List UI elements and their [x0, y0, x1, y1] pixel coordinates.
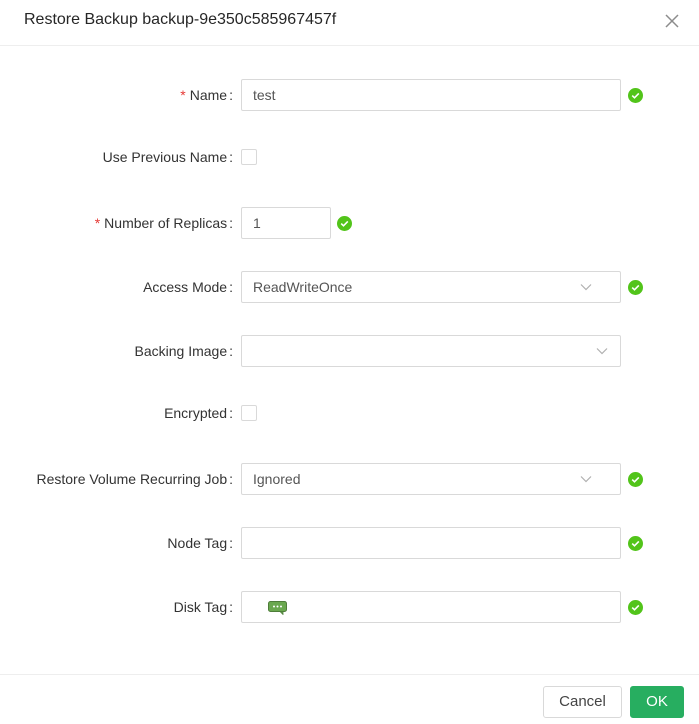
replicas-input[interactable]: 1 — [241, 207, 331, 239]
check-circle-icon — [628, 280, 643, 295]
node-tag-input[interactable] — [241, 527, 621, 559]
recurring-job-value: Ignored — [253, 471, 301, 487]
form-row-node-tag: Node Tag: — [0, 527, 699, 559]
required-mark: * — [94, 215, 101, 231]
access-mode-select[interactable]: ReadWriteOnce — [241, 271, 621, 303]
use-previous-name-checkbox[interactable] — [241, 149, 257, 165]
form-row-backing-image: Backing Image: — [0, 335, 699, 367]
backing-image-select[interactable] — [241, 335, 621, 367]
disk-tag-input[interactable] — [241, 591, 621, 623]
form-row-disk-tag: Disk Tag: — [0, 591, 699, 623]
modal-title: Restore Backup backup-9e350c585967457f — [24, 11, 337, 28]
access-mode-value: ReadWriteOnce — [253, 279, 353, 295]
chevron-down-icon — [580, 283, 592, 291]
use-previous-name-label: Use Previous Name: — [102, 149, 233, 165]
name-input[interactable]: test — [241, 79, 621, 111]
check-circle-icon — [628, 536, 643, 551]
modal-footer: Cancel OK — [0, 674, 699, 724]
form-row-use-previous-name: Use Previous Name: — [0, 141, 699, 173]
check-circle-icon — [337, 216, 352, 231]
required-mark: * — [180, 87, 186, 103]
cancel-button[interactable]: Cancel — [543, 686, 622, 718]
node-tag-label: Node Tag: — [167, 535, 233, 551]
check-circle-icon — [628, 600, 643, 615]
chat-bubble-icon[interactable] — [268, 601, 287, 615]
close-icon[interactable] — [663, 12, 681, 30]
access-mode-label: Access Mode: — [143, 279, 233, 295]
replicas-label: * Number of Replicas: — [94, 215, 233, 231]
form-row-recurring-job: Restore Volume Recurring Job: Ignored — [0, 463, 699, 495]
form-row-replicas: * Number of Replicas: 1 — [0, 207, 699, 239]
chevron-down-icon — [596, 347, 608, 355]
name-label: * Name: — [180, 87, 233, 103]
backing-image-label: Backing Image: — [134, 343, 234, 359]
recurring-job-label: Restore Volume Recurring Job: — [36, 471, 233, 487]
check-circle-icon — [628, 472, 643, 487]
form-row-access-mode: Access Mode: ReadWriteOnce — [0, 271, 699, 303]
disk-tag-label: Disk Tag: — [173, 599, 233, 615]
form-row-encrypted: Encrypted: — [0, 397, 699, 429]
check-circle-icon — [628, 88, 643, 103]
form-row-name: * Name: test — [0, 79, 699, 111]
ok-button[interactable]: OK — [630, 686, 684, 718]
restore-backup-modal: Restore Backup backup-9e350c585967457f *… — [0, 0, 699, 724]
recurring-job-select[interactable]: Ignored — [241, 463, 621, 495]
encrypted-checkbox[interactable] — [241, 405, 257, 421]
modal-header: Restore Backup backup-9e350c585967457f — [0, 0, 699, 46]
chevron-down-icon — [580, 475, 592, 483]
encrypted-label: Encrypted: — [164, 405, 233, 421]
